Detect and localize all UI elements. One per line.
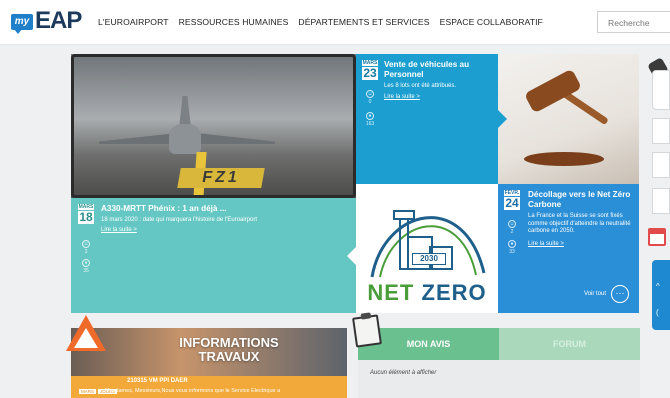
eye-icon: ● [82, 259, 90, 267]
info-travaux-title: INFORMATIONS TRAVAUX [179, 335, 279, 364]
date-day: 24 [504, 196, 520, 210]
netzero-net: NET [367, 280, 415, 305]
gavel-photo[interactable] [498, 54, 639, 184]
date-badge: FÉVR. 24 [504, 190, 520, 210]
netzero-zero: ZERO [421, 280, 487, 305]
news-tile-a330[interactable]: MARS 18 A330-MRTT Phénix : 1 an déjà ...… [71, 198, 356, 313]
photo-frame [71, 54, 356, 198]
tab-forum[interactable]: FORUM [499, 328, 640, 360]
news-desc: La France et la Suisse se sont fixés com… [528, 213, 631, 235]
avis-tabs: MON AVIS FORUM [358, 328, 640, 360]
news-tile-vente[interactable]: MARS 23 Vente de véhicules au Personnel … [356, 54, 498, 184]
help-icon[interactable]: ( [656, 308, 659, 317]
info-ref[interactable]: 210315 VM PPI DAER [127, 378, 188, 384]
clipboard-icon [352, 314, 382, 348]
smiley-icon: ☺ [508, 220, 516, 228]
side-widget-3[interactable] [652, 152, 670, 178]
worker-sign-icon [74, 328, 98, 348]
info-travaux-card[interactable]: INFORMATIONS TRAVAUX 210315 VM PPI DAER … [71, 328, 347, 398]
news-title[interactable]: Vente de véhicules au Personnel [384, 60, 492, 80]
read-more-link[interactable]: Lire la suite > [101, 227, 137, 233]
top-bar: my EAP L'EUROAIRPORT RESSOURCES HUMAINES… [0, 0, 670, 45]
gavel-base-shape [524, 152, 604, 166]
netzero-label: NET ZERO [356, 280, 498, 306]
date-day: 23 [362, 66, 378, 80]
more-dots-icon: ··· [611, 285, 629, 303]
read-more-link[interactable]: Lire la suite > [528, 241, 564, 247]
views-count: ● 163 [365, 112, 375, 127]
likes-count: ☺ 0 [366, 90, 374, 105]
arrow-up-icon[interactable]: ^ [656, 282, 660, 291]
calendar-icon[interactable] [648, 228, 666, 246]
myeap-logo[interactable]: my EAP [11, 7, 89, 35]
info-strip [71, 376, 347, 398]
date-day: 18 [78, 210, 94, 224]
netzero-arch-icon [370, 210, 486, 278]
empty-message: Aucun élément à afficher [370, 370, 437, 376]
nav-item-euroairport[interactable]: L'EUROAIRPORT [98, 17, 169, 27]
news-desc: 18 mars 2020 : date qui marquera l'histo… [101, 217, 258, 223]
main-nav: L'EUROAIRPORT RESSOURCES HUMAINES DÉPART… [98, 17, 543, 27]
side-widget-1[interactable] [652, 70, 670, 110]
pill-month: MARS [79, 389, 97, 394]
nav-item-departements-services[interactable]: DÉPARTEMENTS ET SERVICES [298, 17, 429, 27]
news-title[interactable]: Décollage vers le Net Zéro Carbone [528, 190, 632, 210]
logo-eap: EAP [35, 7, 82, 34]
voir-tout-button[interactable]: Voir tout ··· [584, 285, 629, 303]
tile-arrow [347, 246, 356, 265]
plane-photo[interactable]: FZ1 [71, 54, 356, 198]
views-count: ● 33 [508, 240, 516, 255]
logo-my: my [11, 14, 33, 34]
side-widget-4[interactable] [652, 188, 670, 214]
views-count: ● 35 [82, 259, 90, 274]
news-tile-decollage[interactable]: FÉVR. 24 Décollage vers le Net Zéro Carb… [498, 184, 639, 313]
avis-forum-card: MON AVIS FORUM Aucun élément à afficher [358, 328, 640, 398]
netzero-illustration[interactable]: 2030 NET ZERO [356, 184, 498, 313]
news-mosaic: FZ1 MARS 18 A330-MRTT Phénix : 1 an déjà… [71, 54, 639, 313]
eye-icon: ● [366, 112, 374, 120]
search-placeholder: Recherche [608, 18, 650, 28]
likes-count: ☺ 2 [508, 220, 516, 235]
smiley-icon: ☺ [366, 90, 374, 98]
search-input[interactable]: Recherche [597, 11, 670, 33]
netzero-year: 2030 [412, 253, 446, 265]
likes-count: ☺ 3 [82, 240, 90, 255]
tile-arrow [498, 110, 507, 128]
side-blue-panel[interactable]: ^ ( [652, 260, 670, 330]
date-badge: MARS 23 [362, 60, 378, 80]
read-more-link[interactable]: Lire la suite > [384, 94, 420, 100]
voir-tout-label: Voir tout [583, 291, 606, 297]
gavel-head-shape [523, 68, 583, 114]
date-badge: MARS 18 [78, 204, 94, 224]
eye-icon: ● [508, 240, 516, 248]
smiley-icon: ☺ [82, 240, 90, 248]
nav-item-espace-collaboratif[interactable]: ESPACE COLLABORATIF [440, 17, 543, 27]
side-widget-2[interactable] [652, 118, 670, 144]
info-excerpt: Mesdames, Messieurs,Nous vous informons … [105, 388, 281, 394]
news-title[interactable]: A330-MRTT Phénix : 1 an déjà ... [101, 204, 321, 214]
nav-item-ressources-humaines[interactable]: RESSOURCES HUMAINES [179, 17, 289, 27]
news-desc: Les 8 lots ont été attribués. [384, 83, 457, 89]
